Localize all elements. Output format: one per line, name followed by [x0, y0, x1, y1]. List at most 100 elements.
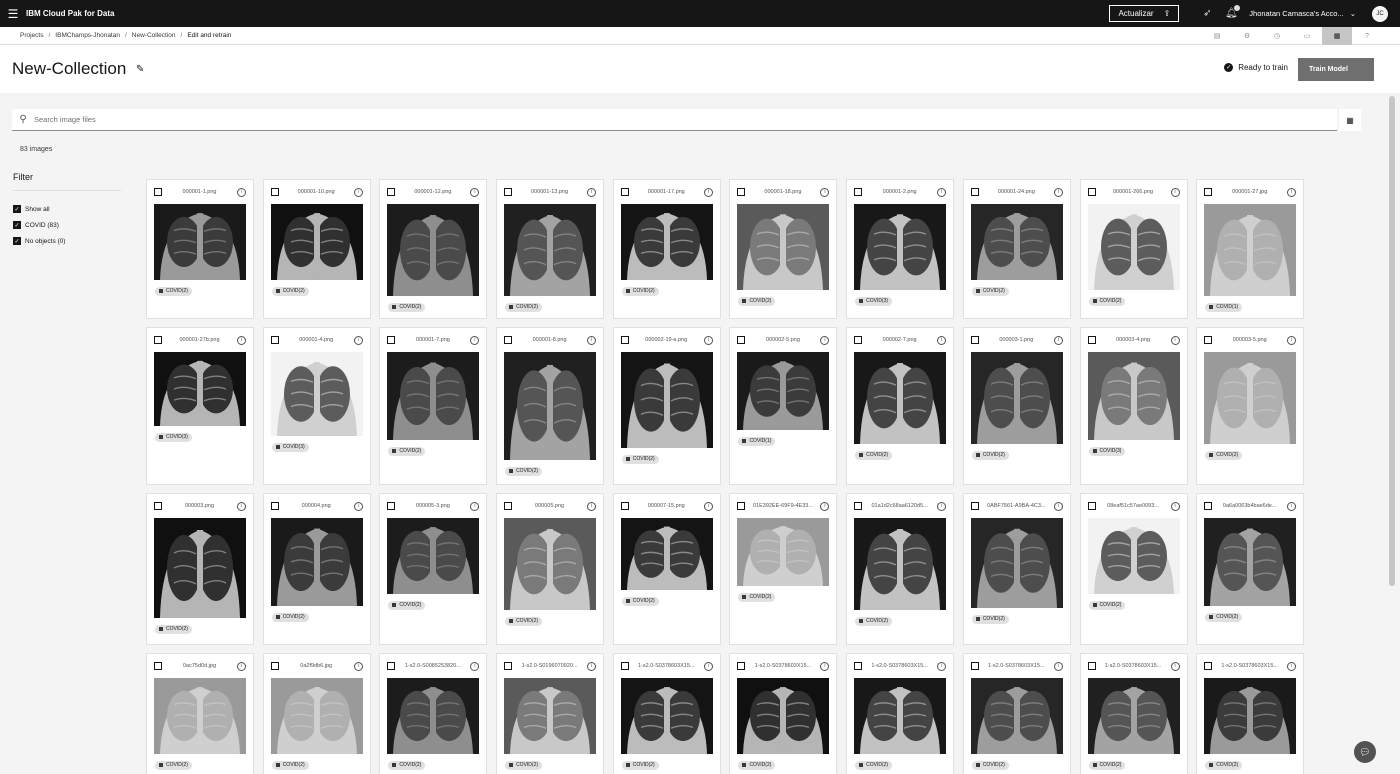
label-tag[interactable]: COVID(2) [388, 600, 426, 610]
info-icon[interactable]: i [237, 335, 246, 345]
document-icon[interactable]: ▤ [1202, 27, 1232, 45]
xray-thumbnail[interactable] [854, 518, 947, 610]
checkbox-checked[interactable]: ✓ [13, 221, 21, 229]
label-tag[interactable]: COVID(2) [971, 286, 1009, 296]
info-icon[interactable]: i [1170, 335, 1180, 345]
xray-thumbnail[interactable] [1087, 518, 1180, 594]
image-card[interactable]: 000007-15.png i COVID(2) [612, 493, 721, 645]
image-card[interactable]: 000003-5.png i COVID(2) [1196, 327, 1305, 485]
label-tag[interactable]: COVID(2) [505, 616, 543, 626]
info-icon[interactable]: i [1287, 187, 1297, 197]
card-checkbox[interactable] [270, 336, 279, 344]
breadcrumb-projects[interactable]: Projects [20, 32, 43, 39]
image-card[interactable]: 000001-7.png i COVID(2) [379, 327, 488, 485]
xray-thumbnail[interactable] [1204, 204, 1297, 296]
info-icon[interactable]: i [1287, 501, 1297, 511]
label-tag[interactable]: COVID(3) [271, 442, 309, 452]
info-icon[interactable]: i [820, 335, 830, 345]
xray-thumbnail[interactable] [387, 352, 480, 440]
avatar[interactable]: JC [1372, 5, 1388, 22]
chat-icon[interactable]: ▭ [1292, 27, 1322, 45]
card-checkbox[interactable] [1204, 502, 1213, 510]
image-card[interactable]: 000001-12.png i COVID(2) [379, 179, 488, 319]
image-card[interactable]: 000001-27b.png i COVID(3) [146, 327, 254, 485]
info-icon[interactable]: i [1053, 661, 1063, 671]
image-card[interactable]: 000001-2.png i COVID(3) [846, 179, 955, 319]
xray-thumbnail[interactable] [737, 204, 830, 290]
account-switcher[interactable]: Jhonatan Camasca's Acco... ⌄ [1249, 9, 1356, 18]
xray-thumbnail[interactable] [620, 678, 713, 754]
xray-thumbnail[interactable] [970, 678, 1063, 754]
info-icon[interactable]: i [353, 187, 363, 197]
xray-thumbnail[interactable] [387, 204, 480, 296]
xray-thumbnail[interactable] [970, 518, 1063, 608]
info-icon[interactable]: i [353, 661, 363, 671]
xray-thumbnail[interactable] [270, 678, 363, 754]
image-card[interactable]: 1-s2.0-S0378603X15... i COVID(2) [846, 653, 955, 774]
card-checkbox[interactable] [154, 336, 162, 344]
info-icon[interactable]: i [237, 501, 246, 511]
label-tag[interactable]: COVID(2) [1088, 296, 1126, 306]
card-checkbox[interactable] [387, 502, 396, 510]
info-icon[interactable]: i [937, 335, 947, 345]
xray-thumbnail[interactable] [970, 204, 1063, 280]
image-card[interactable]: 0ac75d0d.jpg i COVID(2) [146, 653, 254, 774]
xray-thumbnail[interactable] [270, 204, 363, 280]
label-tag[interactable]: COVID(2) [155, 624, 192, 634]
image-card[interactable]: 000003-1.png i COVID(2) [962, 327, 1071, 485]
info-icon[interactable]: i [703, 501, 713, 511]
image-card[interactable]: 000004.png i COVID(2) [262, 493, 371, 645]
card-checkbox[interactable] [504, 662, 513, 670]
card-checkbox[interactable] [854, 188, 863, 196]
label-tag[interactable]: COVID(1) [738, 436, 776, 446]
label-tag[interactable]: COVID(3) [855, 296, 893, 306]
xray-thumbnail[interactable] [1204, 678, 1297, 754]
label-tag[interactable]: COVID(2) [155, 760, 192, 770]
card-checkbox[interactable] [737, 188, 746, 196]
card-checkbox[interactable] [1087, 188, 1096, 196]
image-card[interactable]: 1-s2.0-S0378603X15... i COVID(2) [729, 653, 838, 774]
card-checkbox[interactable] [270, 662, 279, 670]
info-icon[interactable]: i [1170, 501, 1180, 511]
card-checkbox[interactable] [854, 662, 863, 670]
card-checkbox[interactable] [970, 662, 979, 670]
help-icon[interactable]: ? [1352, 27, 1382, 45]
rocket-icon[interactable]: ➶ [1195, 0, 1219, 27]
breadcrumb-project[interactable]: IBMChamps-Jhonatan [55, 32, 120, 39]
xray-thumbnail[interactable] [154, 518, 246, 618]
card-checkbox[interactable] [970, 336, 979, 344]
label-tag[interactable]: COVID(2) [971, 450, 1009, 460]
pencil-icon[interactable]: ✎ [136, 64, 144, 75]
card-checkbox[interactable] [270, 188, 279, 196]
xray-thumbnail[interactable] [504, 204, 597, 296]
card-checkbox[interactable] [1087, 662, 1096, 670]
image-card[interactable]: 01E392EE-69F9-4E33... i COVID(2) [729, 493, 838, 645]
image-card[interactable]: 1-s2.0-S0378603X15... i COVID(2) [1079, 653, 1188, 774]
image-card[interactable]: 000002-19-a.png i COVID(2) [612, 327, 721, 485]
label-tag[interactable]: COVID(2) [505, 302, 543, 312]
label-tag[interactable]: COVID(2) [621, 596, 659, 606]
info-icon[interactable]: i [470, 501, 480, 511]
card-checkbox[interactable] [270, 502, 279, 510]
xray-thumbnail[interactable] [1204, 518, 1297, 606]
breadcrumb-collection[interactable]: New-Collection [132, 32, 176, 39]
filter-show-all[interactable]: ✓ Show all [13, 201, 65, 217]
label-tag[interactable]: COVID(2) [855, 616, 893, 626]
info-icon[interactable]: i [937, 187, 947, 197]
image-card[interactable]: 0a2f9db6.jpg i COVID(2) [262, 653, 371, 774]
xray-thumbnail[interactable] [504, 518, 597, 610]
card-checkbox[interactable] [1087, 336, 1096, 344]
image-card[interactable]: 0ABF7561-A9BA-4C3... i COVID(2) [962, 493, 1071, 645]
info-icon[interactable]: i [470, 187, 480, 197]
label-tag[interactable]: COVID(2) [1088, 760, 1126, 770]
label-tag[interactable]: COVID(2) [738, 760, 776, 770]
search-input[interactable] [34, 115, 934, 124]
notification-icon[interactable]: 🔔︎ [1219, 0, 1243, 27]
card-checkbox[interactable] [737, 336, 746, 344]
xray-thumbnail[interactable] [387, 678, 480, 754]
info-icon[interactable]: i [470, 661, 480, 671]
label-tag[interactable]: COVID(2) [621, 454, 659, 464]
info-icon[interactable]: i [703, 661, 713, 671]
image-card[interactable]: 000001-27.jpg i COVID(1) [1196, 179, 1305, 319]
image-card[interactable]: 000003-4.png i COVID(3) [1079, 327, 1188, 485]
